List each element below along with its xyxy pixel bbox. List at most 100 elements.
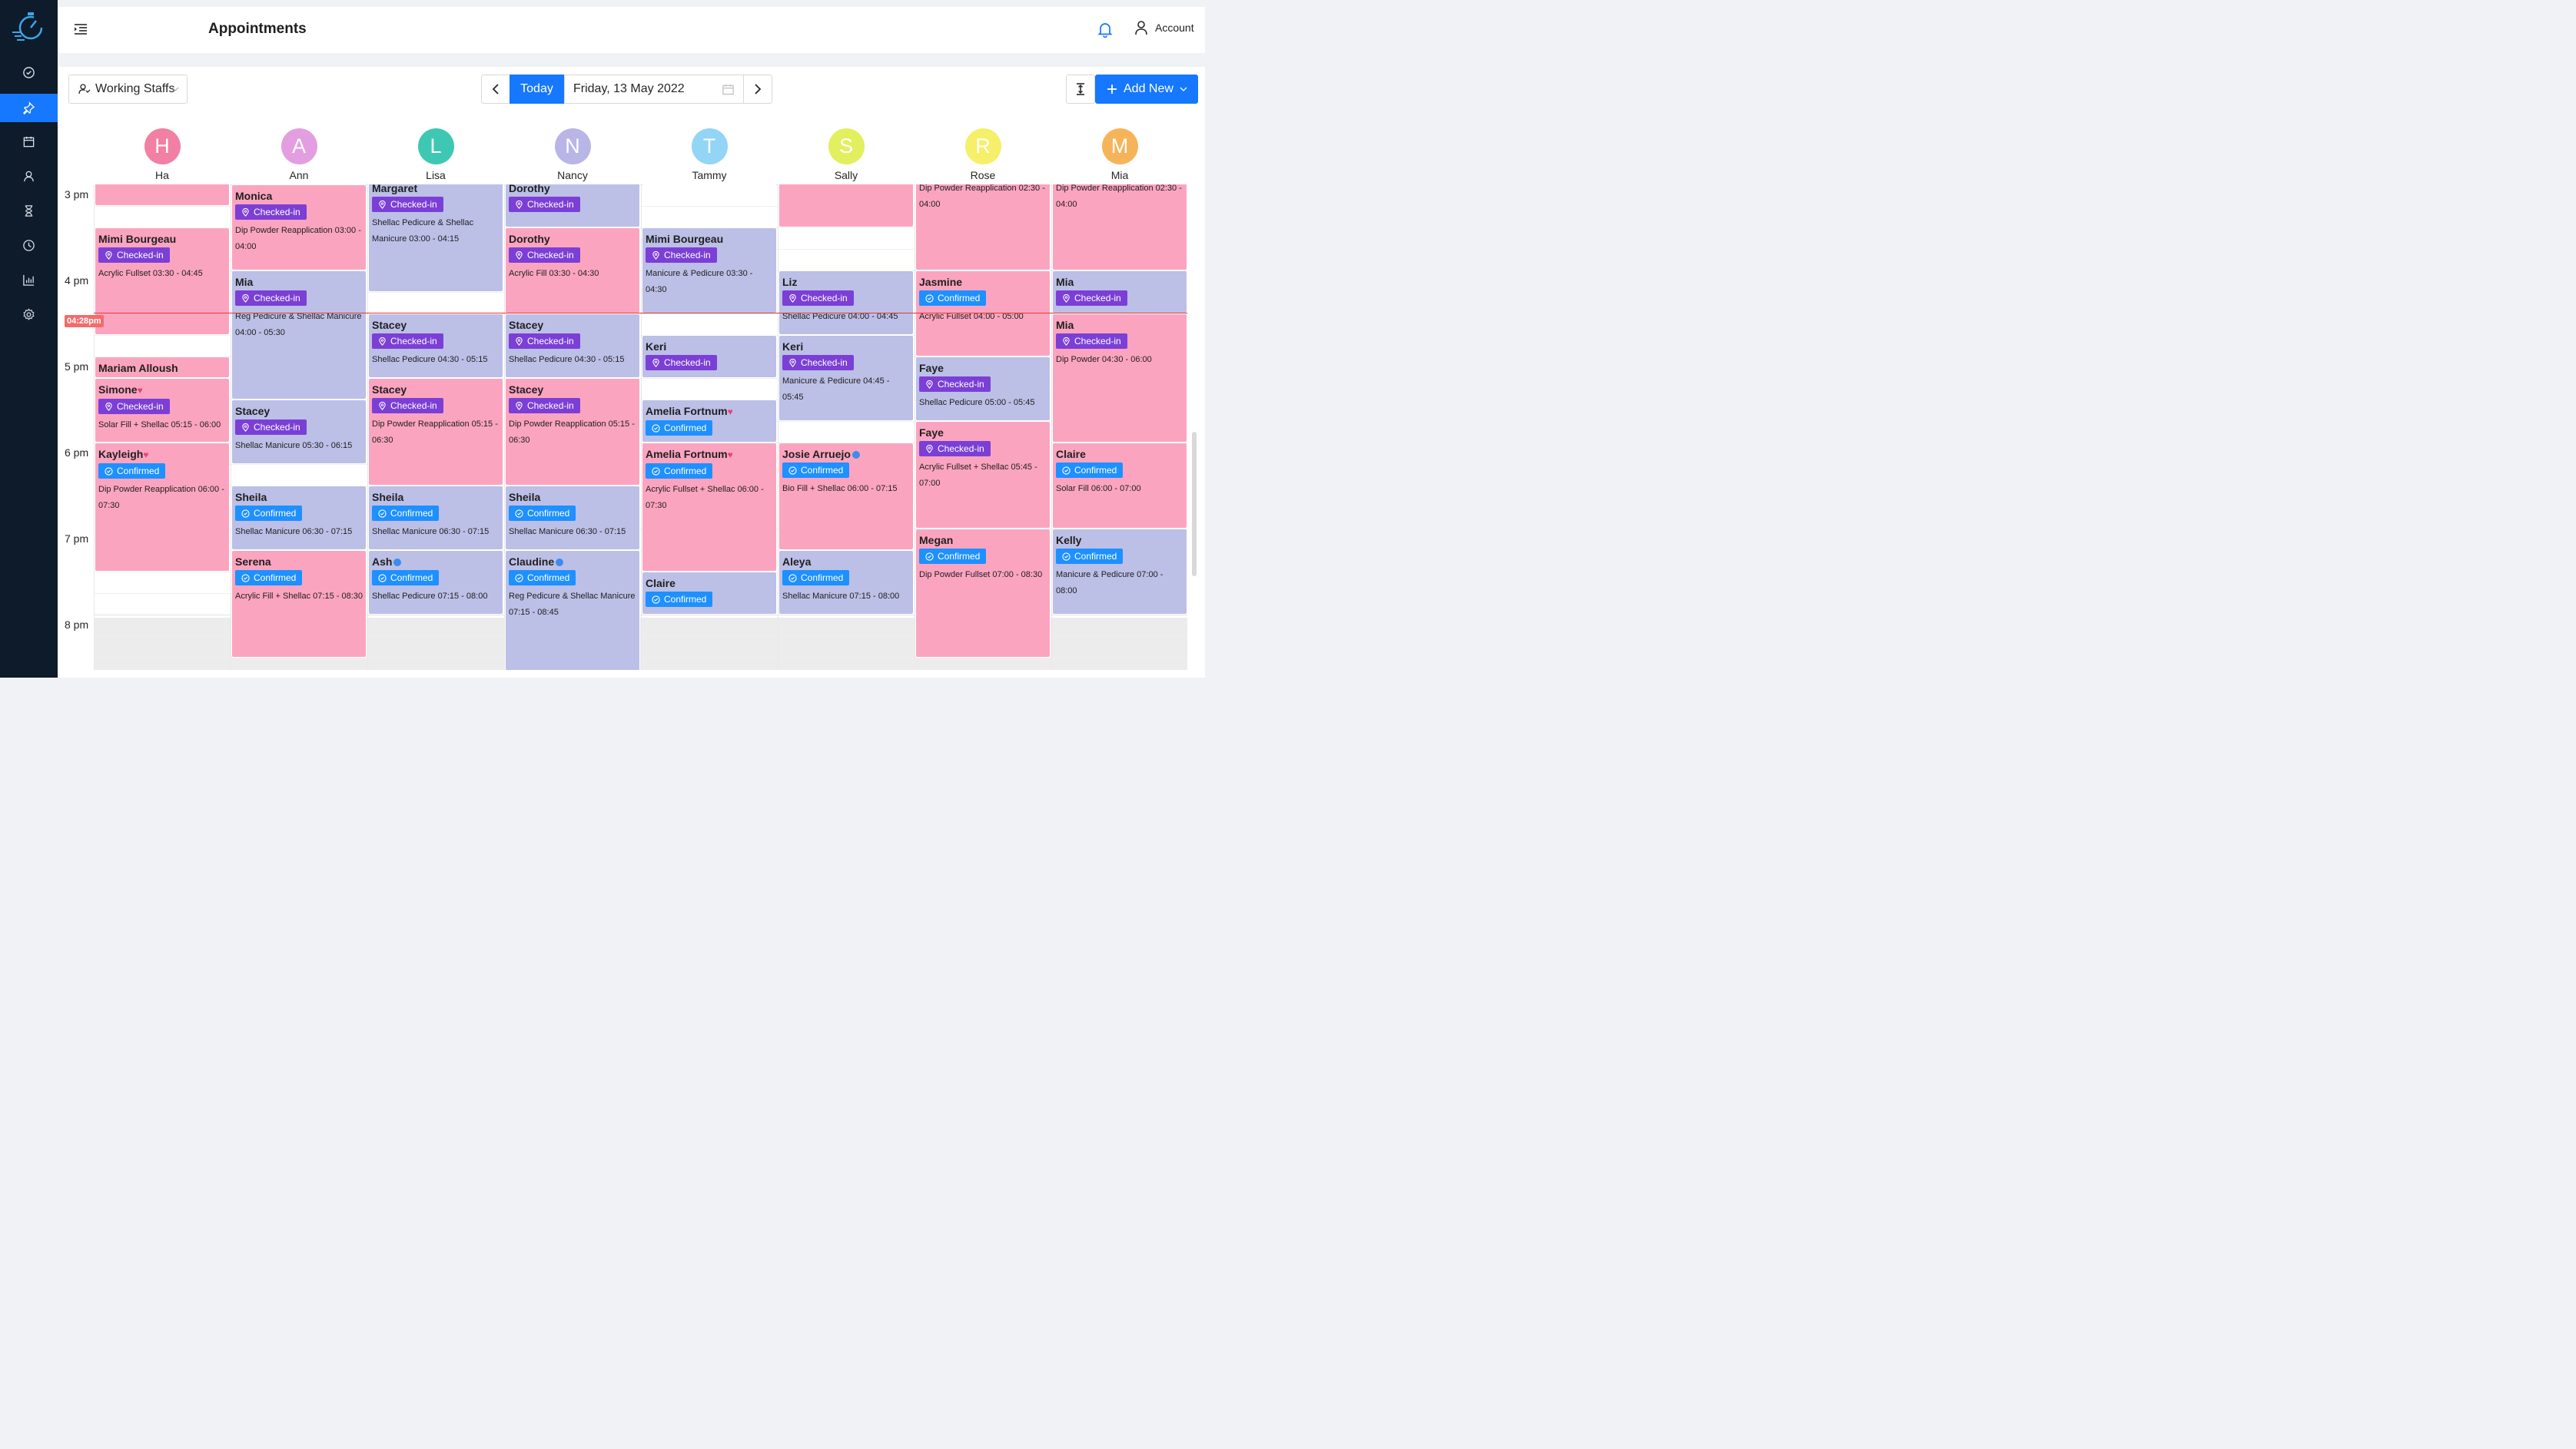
- account-menu[interactable]: Account: [1134, 20, 1194, 35]
- appointment-card[interactable]: Keri Checked-in Manicure & Pedicure 04:45 …: [778, 335, 914, 421]
- staff-column-header[interactable]: N Nancy: [504, 128, 641, 181]
- status-text: Checked-in: [117, 250, 164, 260]
- client-name-text: Stacey: [372, 383, 407, 396]
- appointment-card[interactable]: Serena Confirmed Acrylic Fill + Shellac 07…: [231, 550, 367, 658]
- appointment-card[interactable]: Aleya Confirmed Shellac Manicure 07:15 - 0…: [778, 550, 914, 615]
- appointment-card[interactable]: Amelia Fortnum♥ Confirmed: [642, 400, 777, 443]
- nav-history[interactable]: [0, 231, 58, 260]
- appointment-card[interactable]: Liz Checked-in Shellac Pedicure 04:00 - 04…: [778, 270, 914, 335]
- check-circle-icon: [1062, 466, 1071, 475]
- client-name: Faye: [919, 360, 1047, 376]
- appointment-card[interactable]: Dip Powder Reapplication 02:30 - 04:00: [1052, 184, 1187, 270]
- appointment-card[interactable]: Monica Checked-in Dip Powder Reapplication…: [231, 184, 367, 270]
- staff-column-header[interactable]: R Rose: [915, 128, 1051, 181]
- appointment-card[interactable]: Sheila Confirmed Shellac Manicure 06:30 - …: [368, 486, 503, 550]
- nav-check[interactable]: [0, 58, 58, 87]
- staff-column-header[interactable]: S Sally: [778, 128, 915, 181]
- staff-column-header[interactable]: T Tammy: [641, 128, 778, 181]
- status-text: Checked-in: [254, 207, 300, 217]
- appointment-card[interactable]: Josie Arruejo Confirmed Bio Fill + Shellac…: [778, 443, 914, 550]
- column-height-icon: [1077, 83, 1084, 95]
- check-circle-icon: [378, 509, 387, 518]
- nav-waitlist[interactable]: [0, 197, 58, 225]
- appointment-card[interactable]: Sheila Confirmed Shellac Manicure 06:30 - …: [231, 486, 367, 550]
- service-time: Dip Powder Reapplication 02:30 - 04:00: [919, 184, 1045, 209]
- appointment-card[interactable]: Keri Checked-in: [642, 335, 777, 378]
- appointment-card[interactable]: Mia Checked-in Reg Pedicure & Shellac Mani…: [231, 270, 367, 400]
- appointment-card[interactable]: Ash Confirmed Shellac Pedicure 07:15 - 08:…: [368, 550, 503, 615]
- appointment-card[interactable]: Mia Checked-in Dip Powder 04:30 - 06:00: [1052, 313, 1187, 443]
- hourglass-icon: [25, 205, 33, 217]
- menu-unfold-icon[interactable]: [73, 22, 88, 36]
- appointment-card[interactable]: Amelia Fortnum♥ Confirmed Acrylic Fullset …: [642, 443, 777, 572]
- client-name: Serena: [235, 554, 363, 569]
- previous-day-button[interactable]: [481, 75, 510, 104]
- status-text: Confirmed: [527, 508, 570, 519]
- staff-column-header[interactable]: L Lisa: [367, 128, 504, 181]
- client-name-text: Faye: [919, 426, 944, 439]
- staff-column-header[interactable]: A Ann: [231, 128, 367, 181]
- working-staffs-select[interactable]: Working Staffs: [68, 75, 188, 104]
- appointment-card[interactable]: Mimi Bourgeau Checked-in Manicure & Pedicu…: [642, 227, 777, 313]
- staff-name: Lisa: [426, 169, 446, 181]
- appointment-card[interactable]: Stacey Checked-in Shellac Pedicure 04:30 -…: [505, 313, 640, 378]
- sidebar: [0, 0, 58, 678]
- appointment-card[interactable]: Jasmine Confirmed Acrylic Fullset 04:00 - …: [915, 270, 1051, 356]
- date-picker[interactable]: Friday, 13 May 2022: [564, 75, 746, 104]
- appointment-card[interactable]: Mimi Bourgeau Checked-in Acrylic Fullset 0…: [95, 227, 230, 335]
- avatar: H: [144, 128, 181, 164]
- avatar: R: [964, 128, 1001, 164]
- appointment-card[interactable]: Stacey Checked-in Shellac Pedicure 04:30 -…: [368, 313, 503, 378]
- appointment-card[interactable]: Kayleigh♥ Confirmed Dip Powder Reapplicati…: [95, 443, 230, 572]
- calendar-icon: [23, 136, 35, 148]
- appointment-card[interactable]: [95, 184, 230, 206]
- today-button[interactable]: Today: [510, 75, 564, 104]
- next-day-button[interactable]: [743, 75, 772, 104]
- nav-customers[interactable]: [0, 162, 58, 191]
- appointment-card[interactable]: Claire Confirmed Solar Fill 06:00 - 07:00: [1052, 443, 1187, 529]
- status-text: Checked-in: [390, 336, 437, 346]
- avatar: S: [828, 128, 865, 164]
- client-name-text: Amelia Fortnum: [646, 448, 728, 460]
- user-icon: [1135, 21, 1147, 35]
- appointment-card[interactable]: Dorothy Checked-in Acrylic Fill 03:30 - 04…: [505, 227, 640, 313]
- add-new-button[interactable]: Add New: [1095, 75, 1198, 104]
- appointment-card[interactable]: Stacey Checked-in Dip Powder Reapplication…: [505, 378, 640, 486]
- appointment-card[interactable]: Mia Checked-in: [1052, 270, 1187, 313]
- appointment-card[interactable]: [778, 184, 914, 227]
- client-name-text: Margaret: [372, 184, 418, 194]
- client-name: Margaret: [372, 184, 500, 196]
- appointment-card[interactable]: Stacey Checked-in Shellac Manicure 05:30 -…: [231, 400, 367, 464]
- appointment-card[interactable]: Stacey Checked-in Dip Powder Reapplication…: [368, 378, 503, 486]
- appointment-card[interactable]: Simone♥ Checked-in Solar Fill + Shellac 05…: [95, 378, 230, 443]
- staff-column-header[interactable]: H Ha: [94, 128, 231, 181]
- appointment-card[interactable]: [642, 184, 777, 185]
- status-text: Confirmed: [664, 594, 707, 605]
- appointment-card[interactable]: Dorothy Checked-in: [505, 184, 640, 227]
- status-badge: Checked-in: [646, 355, 717, 370]
- location-icon: [789, 293, 796, 303]
- appointment-card[interactable]: Kelly Confirmed Manicure & Pedicure 07:00 …: [1052, 529, 1187, 615]
- appointment-card[interactable]: Sheila Confirmed Shellac Manicure 06:30 - …: [505, 486, 640, 550]
- client-name-text: Sheila: [509, 491, 541, 503]
- bell-icon[interactable]: [1097, 21, 1114, 38]
- appointment-card[interactable]: Faye Checked-in Acrylic Fullset + Shellac …: [915, 421, 1051, 529]
- nav-appointments[interactable]: [0, 94, 58, 122]
- appointment-card[interactable]: Mariam Alloush: [95, 356, 230, 378]
- hour-label: 7 pm: [65, 532, 89, 545]
- service-time: Acrylic Fullset 03:30 - 04:45: [98, 269, 203, 278]
- client-name: Mia: [235, 274, 363, 290]
- appointment-card[interactable]: Dip Powder Reapplication 02:30 - 04:00: [915, 184, 1051, 270]
- appointment-card[interactable]: Claudine Confirmed Reg Pedicure & Shellac …: [505, 550, 640, 670]
- vertical-scrollbar[interactable]: [1192, 432, 1197, 576]
- row-height-button[interactable]: [1066, 75, 1095, 104]
- appointment-card[interactable]: Faye Checked-in Shellac Pedicure 05:00 - 0…: [915, 356, 1051, 421]
- status-badge: Checked-in: [782, 355, 854, 370]
- nav-settings[interactable]: [0, 300, 58, 329]
- staff-column-header[interactable]: M Mia: [1051, 128, 1188, 181]
- nav-reports[interactable]: [0, 266, 58, 294]
- appointment-card[interactable]: Megan Confirmed Dip Powder Fullset 07:00 -…: [915, 529, 1051, 658]
- appointment-card[interactable]: Claire Confirmed: [642, 572, 777, 615]
- appointment-card[interactable]: Margaret Checked-in Shellac Pedicure & She…: [368, 184, 503, 292]
- nav-calendar[interactable]: [0, 128, 58, 156]
